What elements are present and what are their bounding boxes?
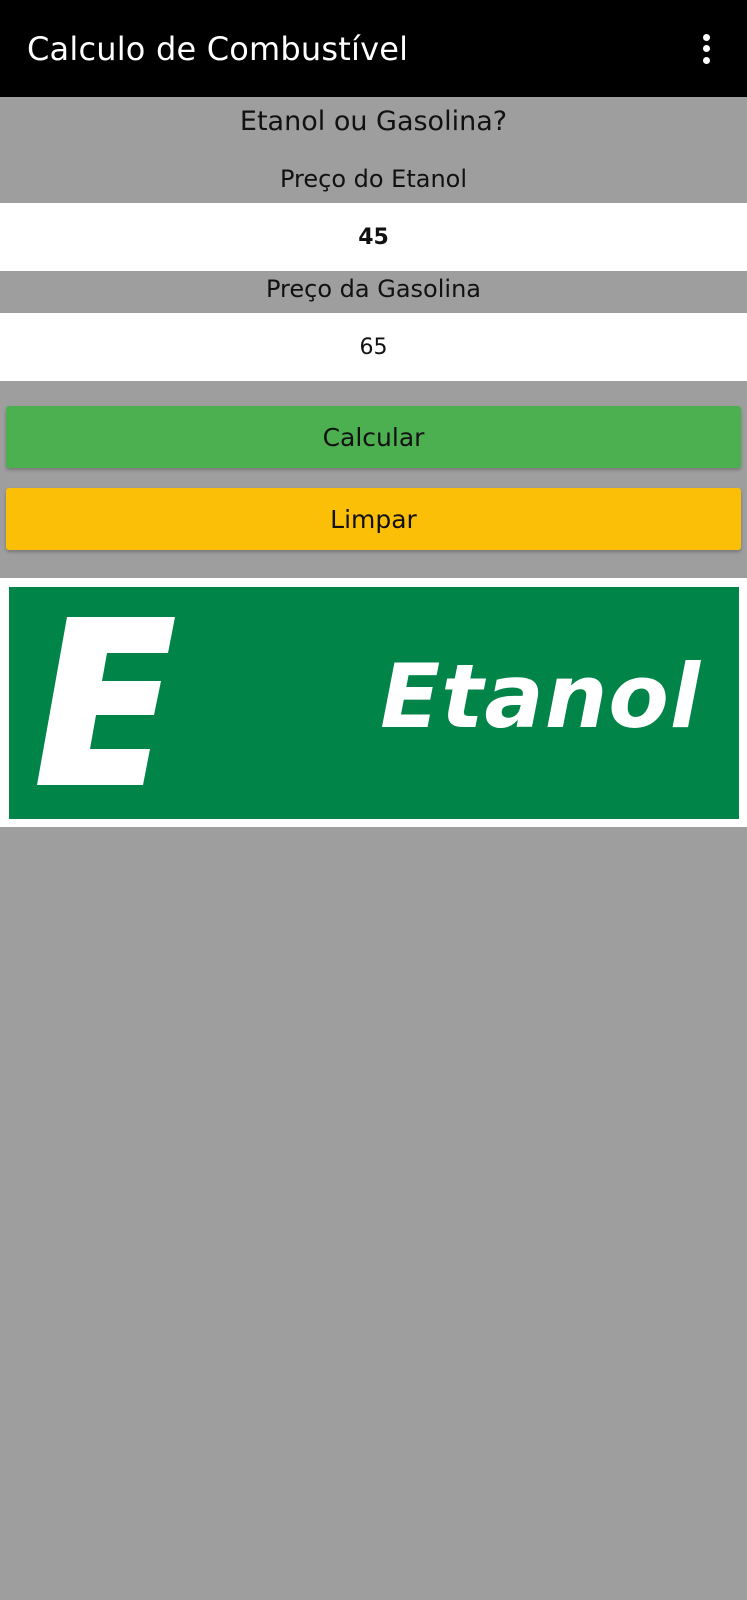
gasolina-price-input[interactable] (0, 313, 747, 381)
result-fuel-label: Etanol (380, 645, 701, 748)
gasolina-price-label: Preço da Gasolina (266, 275, 481, 303)
etanol-price-label: Preço do Etanol (279, 165, 468, 193)
fuel-logo-banner: Etanol (9, 587, 739, 819)
etanol-price-input[interactable] (0, 203, 747, 271)
more-vert-icon[interactable] (691, 29, 721, 69)
gasolina-price-field-container (0, 313, 747, 381)
etanol-e-logo-icon (37, 617, 175, 785)
etanol-price-field-container (0, 203, 747, 271)
app-bar: Calculo de Combustível (0, 0, 747, 97)
limpar-button[interactable]: Limpar (6, 488, 741, 550)
result-fuel-image: Etanol (0, 578, 747, 827)
menu-dot (702, 56, 710, 64)
menu-dot (702, 45, 710, 52)
form-heading: Etanol ou Gasolina? (239, 106, 508, 137)
menu-dot (702, 33, 710, 41)
calcular-button[interactable]: Calcular (6, 406, 741, 468)
app-title: Calculo de Combustível (27, 29, 409, 68)
